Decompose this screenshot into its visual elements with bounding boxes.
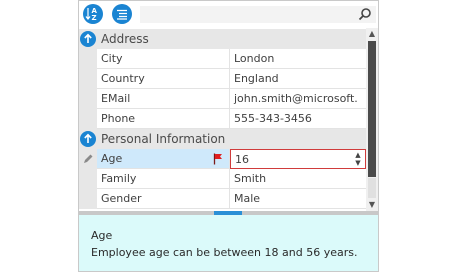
spin-up-icon[interactable]: ▲ (354, 151, 362, 159)
description-title: Age (91, 229, 113, 242)
collapse-icon[interactable] (80, 31, 96, 47)
property-value[interactable]: London (230, 49, 366, 69)
row-gutter (79, 169, 97, 189)
category-title: Address (101, 32, 149, 46)
property-value[interactable]: England (230, 69, 366, 89)
spin-down-icon[interactable]: ▼ (354, 159, 362, 167)
row-gutter (79, 49, 97, 69)
property-row-family[interactable]: Family Smith (79, 169, 366, 189)
description-panel: Age Employee age can be between 18 and 5… (79, 215, 378, 271)
property-name: Family (97, 169, 230, 189)
row-gutter (79, 69, 97, 89)
category-header-address[interactable]: Address (79, 29, 366, 49)
property-name: Gender (97, 189, 230, 209)
property-name: Country (97, 69, 230, 89)
toolbar: A Z (79, 1, 378, 27)
search-icon[interactable] (358, 7, 372, 21)
property-name: EMail (97, 89, 230, 109)
search-field[interactable] (140, 6, 376, 23)
row-gutter (79, 89, 97, 109)
vertical-scrollbar[interactable]: ▲ ▼ (366, 28, 378, 211)
scrollbar-track[interactable] (368, 178, 376, 198)
category-title: Personal Information (101, 132, 226, 146)
property-row-country[interactable]: Country England (79, 69, 366, 89)
scroll-down-icon[interactable]: ▼ (366, 199, 378, 211)
property-row-phone[interactable]: Phone 555-343-3456 (79, 109, 366, 129)
property-value[interactable]: Male (230, 189, 366, 209)
property-row-gender[interactable]: Gender Male (79, 189, 366, 209)
description-text: Employee age can be between 18 and 56 ye… (91, 246, 358, 259)
categorize-button[interactable] (112, 4, 132, 24)
property-value-editor[interactable]: 16 ▲ ▼ (230, 149, 366, 169)
property-value[interactable]: john.smith@microsoft. (230, 89, 366, 109)
categorize-icon (117, 9, 127, 20)
svg-text:Z: Z (92, 14, 97, 22)
property-value[interactable]: Smith (230, 169, 366, 189)
row-gutter (79, 149, 97, 169)
sort-alphabetical-button[interactable]: A Z (83, 4, 103, 24)
property-row-city[interactable]: City London (79, 49, 366, 69)
age-input[interactable]: 16 (235, 153, 249, 166)
property-list: Address City London Country England EMai… (79, 29, 366, 209)
collapse-icon[interactable] (80, 131, 96, 147)
property-value[interactable]: 555-343-3456 (230, 109, 366, 129)
property-row-age[interactable]: Age 16 ▲ ▼ (79, 149, 366, 169)
error-flag-icon (213, 153, 222, 165)
row-gutter (79, 109, 97, 129)
pencil-icon (84, 154, 93, 163)
scroll-up-icon[interactable]: ▲ (366, 28, 378, 40)
property-name: Phone (97, 109, 230, 129)
sort-alphabetical-icon: A Z (85, 7, 98, 22)
row-gutter (79, 189, 97, 209)
category-header-personal-information[interactable]: Personal Information (79, 129, 366, 149)
property-name-label: Age (101, 152, 123, 165)
property-row-email[interactable]: EMail john.smith@microsoft. (79, 89, 366, 109)
property-name: City (97, 49, 230, 69)
scrollbar-thumb[interactable] (368, 41, 376, 177)
property-grid: A Z Address City London Country England … (78, 0, 379, 272)
property-name: Age (97, 149, 230, 169)
numeric-spinner[interactable]: ▲ ▼ (354, 151, 362, 167)
